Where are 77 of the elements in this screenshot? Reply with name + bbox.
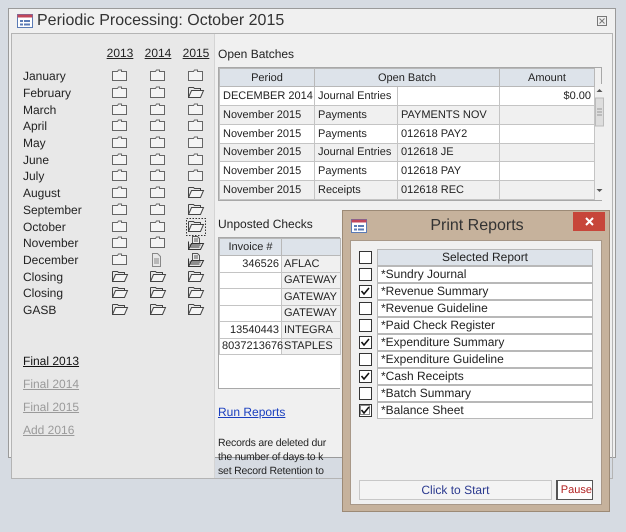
checkbox[interactable] [359, 268, 372, 281]
close-icon[interactable] [597, 16, 607, 26]
report-name[interactable]: *Paid Check Register [377, 317, 593, 334]
checkbox[interactable] [359, 251, 372, 264]
checkbox[interactable] [359, 285, 372, 298]
year-link[interactable]: Final 2013 [23, 352, 80, 370]
form-icon [17, 14, 33, 28]
report-name[interactable]: *Sundry Journal [377, 266, 593, 283]
section-title: Unposted Checks [218, 216, 313, 233]
year-header: 2013 [106, 45, 134, 62]
table-cell: 012618 REC [398, 180, 500, 200]
period-label: December [23, 252, 80, 267]
folder-document-icon[interactable] [186, 234, 206, 252]
table-cell: 346526 [220, 256, 282, 272]
run-reports-link[interactable]: Run Reports [218, 403, 286, 421]
period-label: Closing [23, 286, 64, 300]
checkbox[interactable] [359, 370, 372, 383]
table-cell: GATEWAY [282, 305, 340, 322]
report-name[interactable]: *Expenditure Summary [377, 334, 593, 351]
column-header: Invoice # [220, 238, 282, 256]
window-title: Periodic Processing: October 2015 [37, 11, 286, 31]
open-folder-icon[interactable] [186, 218, 206, 236]
start-button[interactable]: Click to Start [359, 480, 552, 500]
column-header: Selected Report [377, 249, 593, 266]
period-label: March [23, 102, 58, 117]
column-header: Amount [500, 68, 594, 87]
column-header: Open Batch [314, 68, 500, 87]
period-label: November [23, 236, 80, 250]
period-label: January [23, 69, 67, 84]
table-cell: 13540443 [220, 322, 282, 338]
column-header: Period [220, 68, 314, 87]
table-cell: 012618 PAY2 [398, 124, 500, 144]
period-label: October [23, 220, 67, 234]
period-label: July [23, 169, 46, 184]
checkbox[interactable] [359, 319, 372, 332]
table-cell: GATEWAY [282, 272, 340, 288]
period-label: February [23, 86, 72, 100]
year-header: 2015 [182, 45, 210, 62]
pause-button[interactable]: Pause [556, 480, 593, 500]
period-label: Closing [23, 270, 64, 284]
report-name[interactable]: *Balance Sheet [377, 402, 593, 419]
table-cell: STAPLES [282, 338, 340, 354]
period-label: June [23, 152, 50, 167]
year-header: 2014 [144, 45, 172, 62]
section-title: Open Batches [218, 46, 296, 63]
report-name[interactable]: *Revenue Summary [377, 283, 593, 300]
table-cell: Receipts [314, 180, 398, 200]
period-label: August [23, 186, 62, 200]
checkbox[interactable] [359, 387, 372, 400]
table-cell: PAYMENTS NOV [398, 106, 500, 124]
table-cell: November 2015 [220, 106, 314, 124]
table-cell: Payments [314, 106, 398, 124]
folder-document-icon[interactable] [186, 250, 206, 269]
period-label: May [23, 136, 47, 150]
report-name[interactable]: *Revenue Guideline [377, 300, 593, 317]
checkbox[interactable] [359, 336, 372, 349]
form-icon [351, 218, 367, 232]
checkbox[interactable] [359, 302, 372, 315]
report-name[interactable]: *Batch Summary [377, 385, 593, 402]
period-label: April [23, 119, 48, 134]
table-cell: November 2015 [220, 180, 314, 200]
close-button[interactable] [573, 212, 605, 231]
period-label: GASB [23, 302, 58, 317]
table-cell: 8037213676 [220, 338, 282, 354]
table-cell: November 2015 [220, 124, 314, 144]
retention-note: Records are deleted dur the number of days to k set Record Retention to [218, 436, 326, 478]
table-cell: AFLAC [282, 256, 340, 272]
dialog-title: Print Reports [429, 216, 525, 236]
report-name[interactable]: *Expenditure Guideline [377, 351, 593, 368]
close-icon [584, 217, 594, 226]
table-cell: GATEWAY [282, 288, 340, 305]
report-name[interactable]: *Cash Receipts [377, 368, 593, 385]
checkbox[interactable] [359, 404, 372, 417]
period-label: September [23, 202, 83, 217]
table-cell: Payments [314, 124, 398, 144]
table-cell: INTEGRA [282, 322, 340, 338]
checkbox[interactable] [359, 353, 372, 366]
